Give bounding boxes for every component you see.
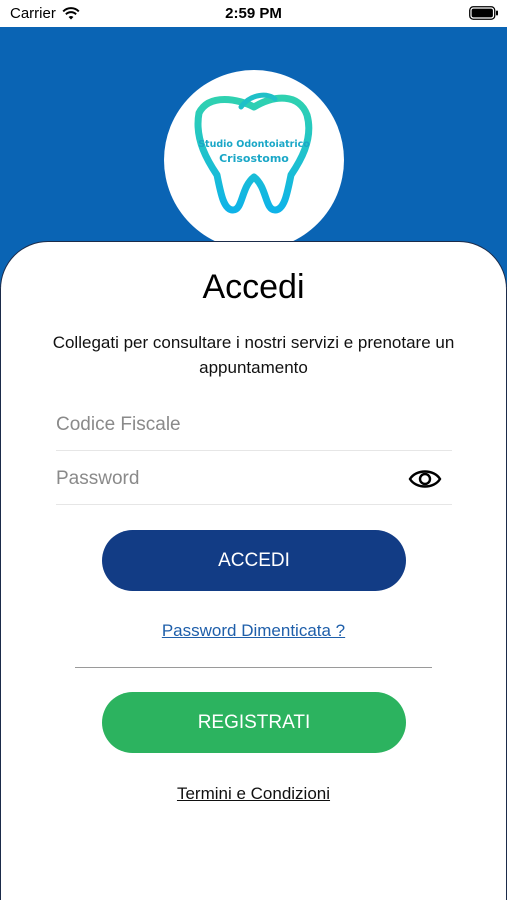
logo-text-line1: Studio Odontoiatrico	[198, 139, 310, 150]
logo-text-line2: Crisostomo	[219, 152, 289, 165]
login-button[interactable]: ACCEDI	[102, 530, 406, 591]
divider	[75, 667, 432, 668]
tooth-logo-icon: Studio Odontoiatrico Crisostomo	[194, 92, 313, 214]
login-subtitle: Collegati per consultare i nostri serviz…	[52, 333, 455, 377]
eye-icon[interactable]	[408, 467, 442, 491]
forgot-password-link[interactable]: Password Dimenticata ?	[0, 621, 507, 641]
page-title: Accedi	[202, 268, 305, 306]
fiscal-code-input[interactable]	[56, 413, 452, 436]
status-bar: Carrier 2:59 PM	[0, 0, 507, 27]
password-field	[56, 453, 452, 505]
password-input[interactable]	[56, 467, 452, 490]
status-time: 2:59 PM	[225, 5, 282, 22]
fiscal-code-field	[56, 399, 452, 451]
register-button[interactable]: REGISTRATI	[102, 692, 406, 753]
clinic-logo: Studio Odontoiatrico Crisostomo	[164, 70, 344, 250]
terms-link[interactable]: Termini e Condizioni	[0, 784, 507, 804]
battery-icon	[469, 6, 499, 24]
